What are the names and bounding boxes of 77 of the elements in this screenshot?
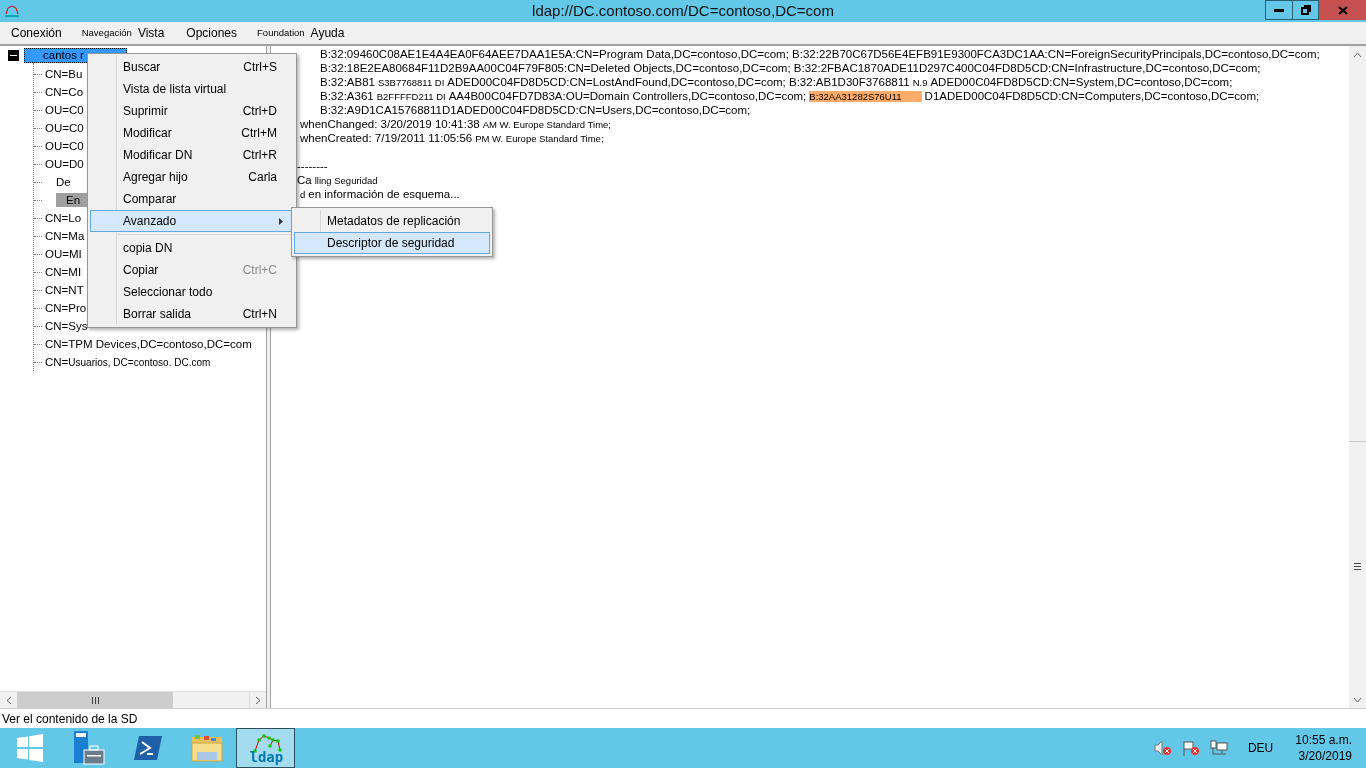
menu-item[interactable]: Vista: [133, 24, 169, 42]
server-toolbox-icon: [71, 730, 106, 766]
vertical-scrollbar[interactable]: [1349, 46, 1366, 708]
submenu-arrow-icon: [279, 217, 283, 225]
flag-alert-icon[interactable]: [1181, 740, 1200, 756]
shortcut-text: Ctrl+M: [241, 125, 277, 142]
menu-entry[interactable]: Suprimir Ctrl+D: [90, 100, 294, 122]
minimize-button[interactable]: [1265, 0, 1293, 20]
tree-item[interactable]: CN=Ma: [45, 229, 85, 243]
menu-entry[interactable]: Modificar DN Ctrl+R: [90, 144, 294, 166]
scrollbar-thumb[interactable]: [17, 692, 173, 708]
output-line: B:32:A9D1CA15768811D1ADED00C04FD8D5CD:CN=Users,DC=contoso,DC=com;: [320, 104, 751, 116]
menu-entry[interactable]: Borrar salida Ctrl+N: [90, 303, 294, 325]
window-title: ldap://DC.contoso.com/DC=contoso,DC=com: [532, 0, 834, 21]
status-text: Ver el contenido de la SD: [2, 710, 138, 728]
tree-item[interactable]: CN=MI: [45, 265, 82, 279]
tree-item[interactable]: CN=Pro: [45, 301, 87, 315]
tree-item[interactable]: CN=Sys: [45, 319, 88, 333]
close-icon: [1337, 5, 1348, 15]
menu-item[interactable]: Conexión: [7, 24, 66, 42]
menu-entry[interactable]: Avanzado: [90, 210, 294, 232]
menu-entry[interactable]: Comparar: [90, 188, 294, 210]
shortcut-text: Ctrl+D: [242, 103, 277, 120]
menu-entry[interactable]: Copiar Ctrl+C: [90, 259, 294, 281]
output-line: B:32:AB81 S3B7768811 DI ADED00C04FD8D5CD:CN=LostAndFound,DC=contoso,DC=com; B:32:AB1D30F3768811 N.9 ADED00C04FD8D5CD:CN=System,DC=contoso,DC=com;: [320, 76, 1233, 88]
tree-item[interactable]: De: [56, 175, 71, 189]
tree-item[interactable]: OU=C0: [45, 103, 84, 117]
restore-icon: [1300, 5, 1311, 15]
close-button[interactable]: [1319, 0, 1366, 20]
grip-icon: [1354, 563, 1361, 570]
tree-item[interactable]: CN=Usuarios, DC=contoso. DC.com: [45, 354, 211, 370]
tree-item[interactable]: CN=Lo: [45, 211, 82, 225]
menu-item[interactable]: Foundation: [255, 25, 307, 41]
tree-item[interactable]: CN=NT: [45, 283, 84, 297]
tree-item[interactable]: OU=C0: [45, 139, 84, 153]
menu-entry[interactable]: Agregar hijo Carla: [90, 166, 294, 188]
output-line: B:32:09460C08AE1E4A4EA0F64AEE7DAA1E5A:CN=Program Data,DC=contoso,DC=com; B:32:22B70C67D56E4EFB91E9300FCA3DC1AA:CN=ForeignSecurityPrincipals,DC=contoso,DC=com;: [320, 48, 1320, 60]
collapse-icon[interactable]: [8, 50, 19, 61]
menu-item[interactable]: Opciones: [182, 24, 242, 42]
menu-entry[interactable]: Vista de lista virtual: [90, 78, 294, 100]
tree-item[interactable]: CN=TPM Devices,DC=contoso,DC=com: [45, 337, 252, 351]
output-line: d en información de esquema...: [299, 188, 460, 200]
folder-icon: [190, 733, 223, 763]
menu-entry[interactable]: Modificar Ctrl+M: [90, 122, 294, 144]
menu-entry[interactable]: copia DN: [90, 237, 294, 259]
output-line: Ca lling Seguridad: [297, 174, 379, 186]
network-icon[interactable]: [1209, 740, 1228, 756]
terminal-prompt-icon: [132, 735, 163, 761]
menu-entry[interactable]: Seleccionar todo: [90, 281, 294, 303]
tree-item[interactable]: OU=C0: [45, 121, 84, 135]
shortcut-text: Ctrl+S: [243, 59, 277, 76]
shortcut-text: Carla: [248, 169, 277, 186]
minimize-icon: [1274, 8, 1284, 12]
menu-entry[interactable]: Descriptor de seguridad: [294, 232, 490, 254]
app-icon: [4, 4, 20, 18]
output-line: whenCreated: 7/19/2011 11:05:56 PM W. Europe Standard Time;: [300, 132, 605, 144]
tree-item[interactable]: CN=Co: [45, 85, 84, 99]
menu-entry[interactable]: Metadatos de replicación: [294, 210, 490, 232]
shortcut-text: Ctrl+C: [242, 262, 277, 279]
muted-speaker-icon[interactable]: [1153, 740, 1172, 756]
clock-time[interactable]: 10:55 a.m.: [1295, 732, 1352, 748]
output-line: B:32:18E2EA80684F11D2B9AA00C04F79F805:CN=Deleted Objects,DC=contoso,DC=com; B:32:2FBAC1870ADE11D297C400C04FD8D5CD:CN=Infrastructure,DC=contoso,DC=com;: [320, 62, 1261, 74]
language-indicator[interactable]: DEU: [1247, 739, 1274, 757]
output-line: B:32:A361 B2FFFFD211 DI AA4B00C04FD7D83A:OU=Domain Controllers,DC=contoso,DC=com; B:32AA31282S76U11 D1ADED00C04FD8D5CD:CN=Computers,DC=contoso,DC=com;: [320, 90, 1260, 102]
output-line: --------: [297, 160, 328, 172]
shortcut-text: Ctrl+R: [242, 147, 277, 164]
tree-item[interactable]: OU=MI: [45, 247, 82, 261]
grip-icon: [91, 696, 99, 704]
shortcut-text: Ctrl+N: [242, 306, 277, 323]
clock-date[interactable]: 3/20/2019: [1298, 748, 1352, 764]
horizontal-scrollbar[interactable]: [0, 691, 266, 708]
tree-item[interactable]: CN=Bu: [45, 67, 83, 81]
output-line: whenChanged: 3/20/2019 10:41:38 AM W. Europe Standard Time;: [300, 118, 612, 130]
menu-item[interactable]: Navegación: [79, 25, 134, 41]
tree-item[interactable]: OU=D0: [45, 157, 84, 171]
windows-logo-icon: [15, 734, 44, 762]
menu-item[interactable]: Ayuda: [306, 24, 349, 42]
